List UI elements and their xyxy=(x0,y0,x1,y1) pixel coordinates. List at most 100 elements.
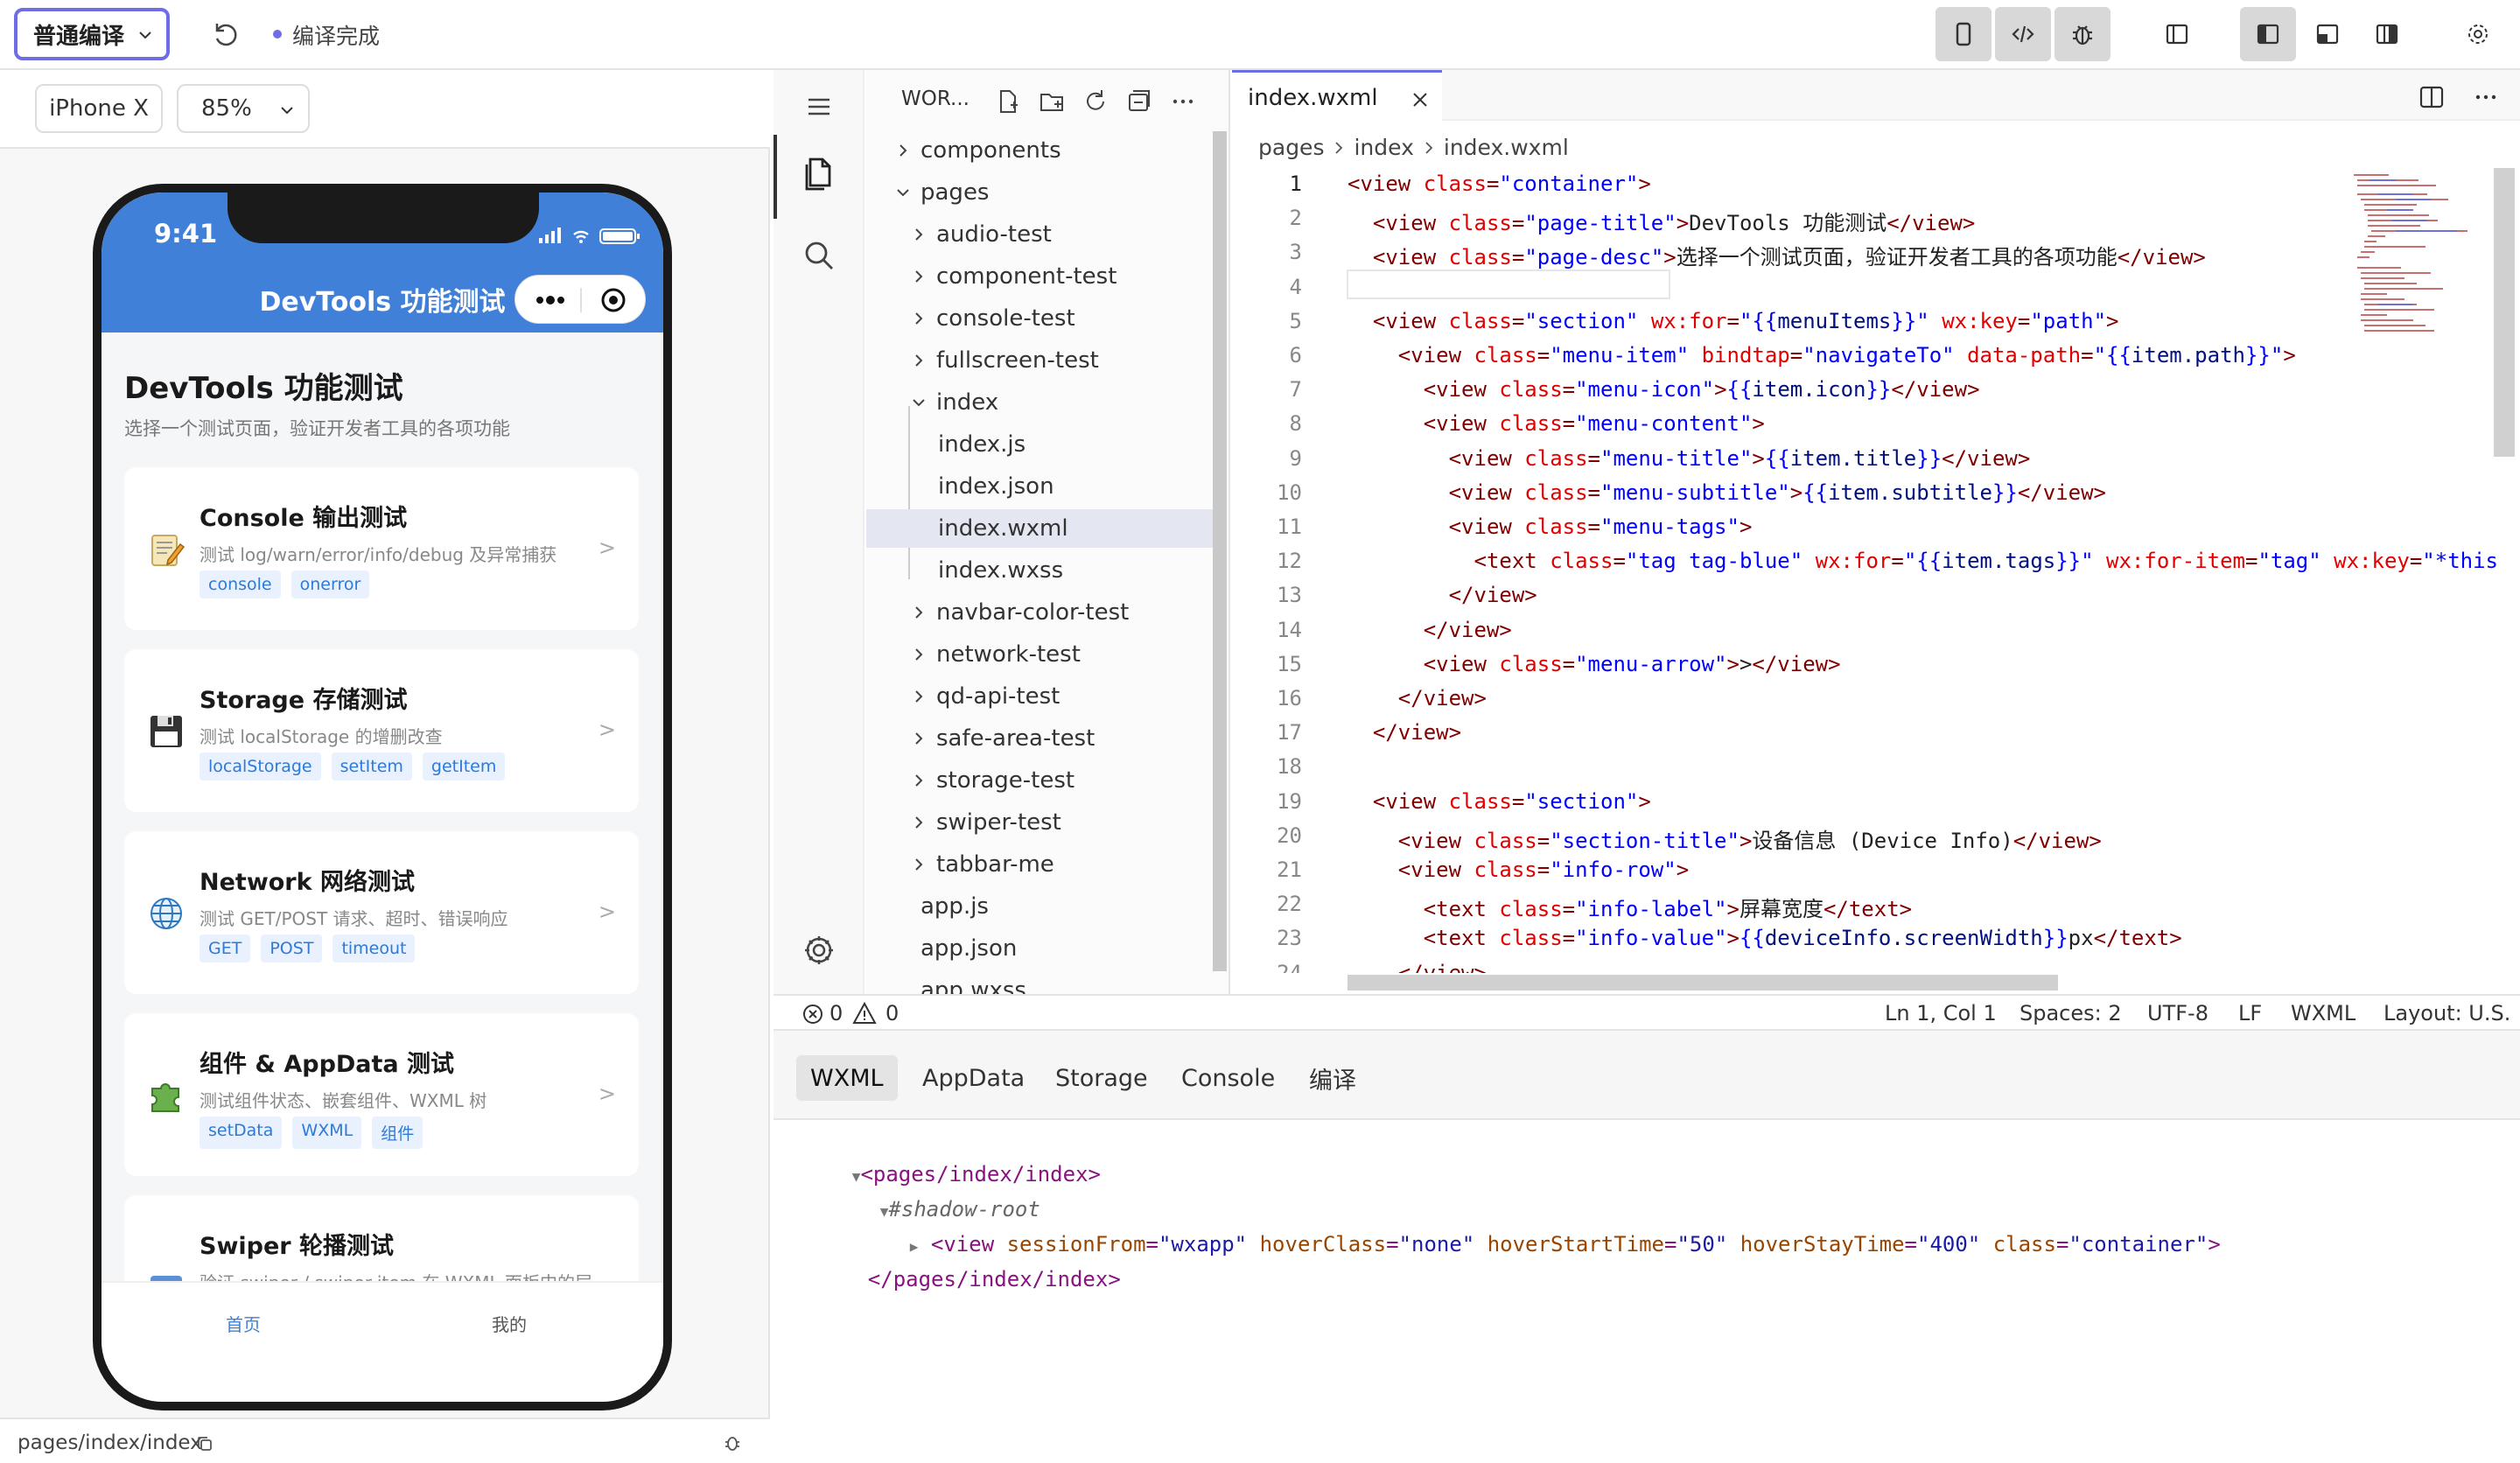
code-line[interactable]: <view class="menu-content"> xyxy=(1348,411,1765,436)
close-icon[interactable] xyxy=(1410,90,1430,109)
tab-me[interactable]: 我的 xyxy=(492,1311,527,1336)
tree-item[interactable]: storage-test xyxy=(866,761,1216,800)
code-line[interactable]: <text class="info-value">{{deviceInfo.sc… xyxy=(1348,926,2182,950)
menu-card-swiper[interactable]: Swiper 轮播测试 验证 swiper / swiper-item 在 WX… xyxy=(124,1195,639,1281)
breadcrumb-item[interactable]: index.wxml xyxy=(1444,135,1569,160)
code-line[interactable]: </view> xyxy=(1348,720,1461,745)
end-of-line[interactable]: LF xyxy=(2238,1001,2262,1026)
split-editor-icon[interactable] xyxy=(2418,84,2445,110)
tree-item[interactable]: pages xyxy=(866,173,1216,212)
chevron-right-icon[interactable] xyxy=(910,730,928,747)
debug-bug-icon[interactable] xyxy=(723,1433,742,1452)
layout-bottom-panel-button[interactable] xyxy=(2240,7,2296,61)
chevron-right-icon[interactable] xyxy=(910,814,928,831)
code-line[interactable]: <text class="info-label">屏幕宽度</text> xyxy=(1348,892,1912,922)
sidebar-layout-button[interactable] xyxy=(2149,7,2205,61)
simulator-toggle-button[interactable] xyxy=(1936,7,1992,61)
code-line[interactable]: <view class="page-title">DevTools 功能测试</… xyxy=(1348,206,1975,236)
more-dots-icon[interactable] xyxy=(535,291,566,309)
tree-item[interactable]: app.wxss xyxy=(866,971,1216,994)
tree-item[interactable]: app.json xyxy=(866,929,1216,968)
menu-icon[interactable] xyxy=(796,84,842,130)
editor-tab-index-wxml[interactable]: index.wxml xyxy=(1232,70,1442,122)
indentation[interactable]: Spaces: 2 xyxy=(2020,1001,2122,1026)
breadcrumb-item[interactable]: index xyxy=(1354,135,1413,160)
chevron-right-icon[interactable] xyxy=(910,604,928,621)
manage-gear-icon[interactable] xyxy=(796,928,842,973)
tree-item[interactable]: index.js xyxy=(866,425,1216,464)
editor-horizontal-scrollbar[interactable] xyxy=(1348,975,2058,990)
files-icon[interactable] xyxy=(796,150,842,196)
chevron-down-icon[interactable] xyxy=(910,394,928,411)
code-line[interactable]: <view class="section" wx:for="{{menuItem… xyxy=(1348,309,2119,333)
code-line[interactable]: <view class="page-desc">选择一个测试页面，验证开发者工具… xyxy=(1348,240,2206,270)
code-line[interactable]: <view class="info-row"> xyxy=(1348,858,1689,882)
code-line[interactable]: <view class="menu-arrow">></view> xyxy=(1348,652,1841,676)
tree-item[interactable]: audio-test xyxy=(866,215,1216,254)
zoom-select[interactable]: 85% xyxy=(177,84,310,133)
minimap[interactable] xyxy=(2352,172,2474,338)
more-actions-icon[interactable] xyxy=(2473,84,2499,110)
warning-triangle-icon[interactable] xyxy=(852,1001,877,1026)
tree-item[interactable]: components xyxy=(866,131,1216,170)
tree-item[interactable]: tabbar-me xyxy=(866,845,1216,884)
collapse-all-icon[interactable] xyxy=(1125,88,1153,116)
menu-card-storage[interactable]: Storage 存储测试 测试 localStorage 的增删改查 local… xyxy=(124,649,639,812)
editor-vertical-scrollbar[interactable] xyxy=(2494,168,2515,457)
tree-item[interactable]: console-test xyxy=(866,299,1216,338)
code-line[interactable]: </view> xyxy=(1348,583,1537,607)
copy-icon[interactable] xyxy=(196,1435,214,1452)
tree-item[interactable]: index.wxml xyxy=(866,509,1216,548)
settings-button[interactable] xyxy=(2450,7,2506,61)
chevron-right-icon[interactable] xyxy=(910,352,928,369)
error-count[interactable]: 0 xyxy=(830,1001,843,1026)
cursor-position[interactable]: Ln 1, Col 1 xyxy=(1885,1001,1997,1026)
tree-item[interactable]: component-test xyxy=(866,257,1216,296)
tree-item[interactable]: safe-area-test xyxy=(866,719,1216,758)
dom-root-close[interactable]: </pages/index/index> xyxy=(817,1242,1121,1316)
tree-item[interactable]: index.json xyxy=(866,467,1216,506)
code-area[interactable]: 1 <view class="container"> 2 <view class="… xyxy=(1232,168,2520,973)
chevron-right-icon[interactable] xyxy=(910,268,928,285)
chevron-right-icon[interactable] xyxy=(910,226,928,243)
chevron-right-icon[interactable] xyxy=(910,310,928,327)
tab-wxml[interactable]: WXML xyxy=(796,1055,898,1101)
code-line[interactable]: </view> xyxy=(1348,961,1487,973)
debugger-toggle-button[interactable] xyxy=(2054,7,2110,61)
explorer-scrollbar[interactable] xyxy=(1213,131,1227,971)
page-content[interactable]: DevTools 功能测试 选择一个测试页面，验证开发者工具的各项功能 Cons… xyxy=(102,332,663,1281)
tab-appdata[interactable]: AppData xyxy=(908,1055,1039,1101)
tree-item[interactable]: network-test xyxy=(866,635,1216,674)
tree-item[interactable]: qd-api-test xyxy=(866,677,1216,716)
keyboard-layout[interactable]: Layout: U.S. xyxy=(2384,1001,2510,1026)
tree-item[interactable]: swiper-test xyxy=(866,803,1216,842)
code-line[interactable]: <view class="menu-item" bindtap="navigat… xyxy=(1348,343,2296,368)
tree-item[interactable]: app.js xyxy=(866,887,1216,926)
code-line[interactable]: <text class="tag tag-blue" wx:for="{{ite… xyxy=(1348,549,2499,573)
code-line[interactable]: </view> xyxy=(1348,618,1512,642)
encoding[interactable]: UTF-8 xyxy=(2147,1001,2208,1026)
warning-count[interactable]: 0 xyxy=(886,1001,899,1026)
tab-storage[interactable]: Storage xyxy=(1041,1055,1162,1101)
new-folder-icon[interactable] xyxy=(1038,88,1066,116)
tree-item[interactable]: index.wxss xyxy=(866,551,1216,590)
editor-toggle-button[interactable] xyxy=(1995,7,2051,61)
code-line[interactable]: <view class="menu-tags"> xyxy=(1348,514,1753,539)
code-line[interactable]: <view class="section"> xyxy=(1348,789,1651,814)
code-line[interactable]: <view class="menu-title">{{item.title}}<… xyxy=(1348,446,2031,471)
layout-split-button[interactable] xyxy=(2300,7,2356,61)
close-target-icon[interactable] xyxy=(599,286,627,314)
tab-compile[interactable]: 编译 xyxy=(1295,1055,1370,1101)
capsule-menu[interactable] xyxy=(514,275,646,324)
tab-home[interactable]: 首页 xyxy=(226,1311,261,1336)
menu-card-console[interactable]: Console 输出测试 测试 log/warn/error/info/debu… xyxy=(124,467,639,630)
refresh-icon[interactable] xyxy=(210,19,245,51)
search-icon[interactable] xyxy=(796,233,842,278)
breadcrumb-item[interactable]: pages xyxy=(1258,135,1324,160)
chevron-right-icon[interactable] xyxy=(910,646,928,663)
layout-right-button[interactable] xyxy=(2359,7,2415,61)
device-select[interactable]: iPhone X xyxy=(35,84,163,133)
code-line[interactable]: </view> xyxy=(1348,686,1487,710)
chevron-down-icon[interactable] xyxy=(894,184,912,201)
menu-card-component[interactable]: 组件 & AppData 测试 测试组件状态、嵌套组件、WXML 树 setDa… xyxy=(124,1013,639,1176)
